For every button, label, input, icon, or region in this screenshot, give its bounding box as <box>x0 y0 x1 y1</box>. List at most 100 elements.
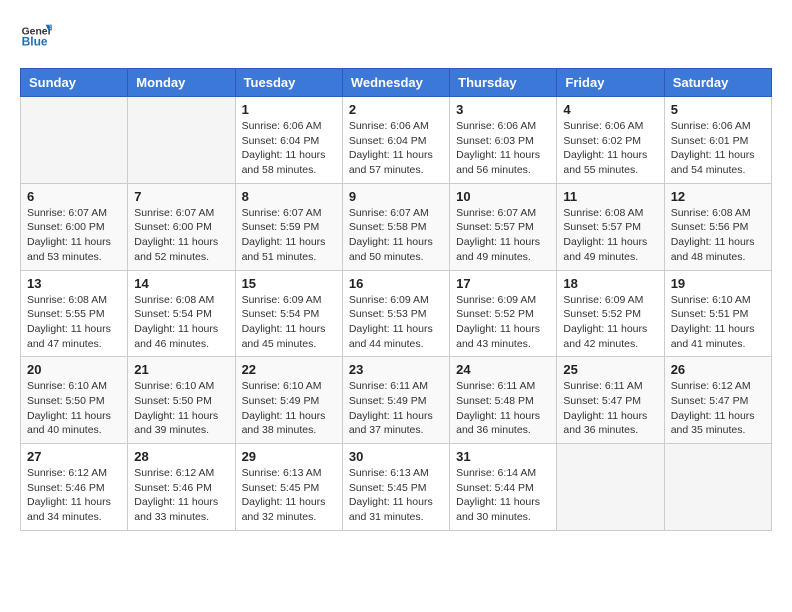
day-number: 26 <box>671 362 765 377</box>
cell-info: Sunrise: 6:09 AM Sunset: 5:52 PM Dayligh… <box>563 293 657 352</box>
calendar-day-header: Sunday <box>21 69 128 97</box>
day-number: 1 <box>242 102 336 117</box>
day-number: 27 <box>27 449 121 464</box>
day-number: 19 <box>671 276 765 291</box>
calendar-day-header: Friday <box>557 69 664 97</box>
day-number: 15 <box>242 276 336 291</box>
cell-info: Sunrise: 6:08 AM Sunset: 5:54 PM Dayligh… <box>134 293 228 352</box>
day-number: 17 <box>456 276 550 291</box>
day-number: 29 <box>242 449 336 464</box>
cell-info: Sunrise: 6:07 AM Sunset: 5:59 PM Dayligh… <box>242 206 336 265</box>
day-number: 4 <box>563 102 657 117</box>
cell-info: Sunrise: 6:07 AM Sunset: 5:58 PM Dayligh… <box>349 206 443 265</box>
day-number: 22 <box>242 362 336 377</box>
calendar-cell <box>21 97 128 184</box>
cell-info: Sunrise: 6:09 AM Sunset: 5:53 PM Dayligh… <box>349 293 443 352</box>
calendar-cell: 24 Sunrise: 6:11 AM Sunset: 5:48 PM Dayli… <box>450 357 557 444</box>
calendar-header-row: SundayMondayTuesdayWednesdayThursdayFrid… <box>21 69 772 97</box>
calendar-cell: 16 Sunrise: 6:09 AM Sunset: 5:53 PM Dayli… <box>342 270 449 357</box>
cell-info: Sunrise: 6:06 AM Sunset: 6:04 PM Dayligh… <box>242 119 336 178</box>
calendar-cell: 11 Sunrise: 6:08 AM Sunset: 5:57 PM Dayli… <box>557 183 664 270</box>
calendar-cell: 17 Sunrise: 6:09 AM Sunset: 5:52 PM Dayli… <box>450 270 557 357</box>
calendar-day-header: Monday <box>128 69 235 97</box>
calendar-cell <box>557 444 664 531</box>
cell-info: Sunrise: 6:11 AM Sunset: 5:48 PM Dayligh… <box>456 379 550 438</box>
day-number: 3 <box>456 102 550 117</box>
day-number: 31 <box>456 449 550 464</box>
calendar-cell: 2 Sunrise: 6:06 AM Sunset: 6:04 PM Daylig… <box>342 97 449 184</box>
cell-info: Sunrise: 6:06 AM Sunset: 6:03 PM Dayligh… <box>456 119 550 178</box>
calendar-cell: 10Sunrise: 6:07 AM Sunset: 5:57 PM Dayli… <box>450 183 557 270</box>
day-number: 16 <box>349 276 443 291</box>
calendar-cell: 3 Sunrise: 6:06 AM Sunset: 6:03 PM Daylig… <box>450 97 557 184</box>
cell-info: Sunrise: 6:13 AM Sunset: 5:45 PM Dayligh… <box>242 466 336 525</box>
calendar-day-header: Wednesday <box>342 69 449 97</box>
calendar-cell: 13 Sunrise: 6:08 AM Sunset: 5:55 PM Dayli… <box>21 270 128 357</box>
day-number: 25 <box>563 362 657 377</box>
calendar-cell: 5 Sunrise: 6:06 AM Sunset: 6:01 PM Daylig… <box>664 97 771 184</box>
cell-info: Sunrise: 6:10 AM Sunset: 5:50 PM Dayligh… <box>27 379 121 438</box>
calendar-cell: 26 Sunrise: 6:12 AM Sunset: 5:47 PM Dayli… <box>664 357 771 444</box>
cell-info: Sunrise: 6:12 AM Sunset: 5:46 PM Dayligh… <box>134 466 228 525</box>
calendar-cell: 25 Sunrise: 6:11 AM Sunset: 5:47 PM Dayli… <box>557 357 664 444</box>
day-number: 24 <box>456 362 550 377</box>
day-number: 28 <box>134 449 228 464</box>
calendar-cell: 21 Sunrise: 6:10 AM Sunset: 5:50 PM Dayli… <box>128 357 235 444</box>
cell-info: Sunrise: 6:06 AM Sunset: 6:04 PM Dayligh… <box>349 119 443 178</box>
day-number: 23 <box>349 362 443 377</box>
cell-info: Sunrise: 6:08 AM Sunset: 5:57 PM Dayligh… <box>563 206 657 265</box>
logo-icon: General Blue <box>20 20 52 52</box>
calendar-cell: 14 Sunrise: 6:08 AM Sunset: 5:54 PM Dayli… <box>128 270 235 357</box>
calendar-cell: 28 Sunrise: 6:12 AM Sunset: 5:46 PM Dayli… <box>128 444 235 531</box>
calendar-cell: 18 Sunrise: 6:09 AM Sunset: 5:52 PM Dayli… <box>557 270 664 357</box>
calendar-cell <box>128 97 235 184</box>
calendar-cell: 9 Sunrise: 6:07 AM Sunset: 5:58 PM Daylig… <box>342 183 449 270</box>
cell-info: Sunrise: 6:10 AM Sunset: 5:51 PM Dayligh… <box>671 293 765 352</box>
calendar-cell: 7Sunrise: 6:07 AM Sunset: 6:00 PM Daylig… <box>128 183 235 270</box>
calendar-cell: 30 Sunrise: 6:13 AM Sunset: 5:45 PM Dayli… <box>342 444 449 531</box>
day-number: 8 <box>242 189 336 204</box>
day-number: 5 <box>671 102 765 117</box>
calendar-week-row: 27 Sunrise: 6:12 AM Sunset: 5:46 PM Dayli… <box>21 444 772 531</box>
cell-info: Sunrise: 6:06 AM Sunset: 6:01 PM Dayligh… <box>671 119 765 178</box>
cell-info: Sunrise: 6:06 AM Sunset: 6:02 PM Dayligh… <box>563 119 657 178</box>
cell-info: Sunrise: 6:08 AM Sunset: 5:55 PM Dayligh… <box>27 293 121 352</box>
calendar-week-row: 6Sunrise: 6:07 AM Sunset: 6:00 PM Daylig… <box>21 183 772 270</box>
cell-info: Sunrise: 6:11 AM Sunset: 5:47 PM Dayligh… <box>563 379 657 438</box>
calendar-cell: 23 Sunrise: 6:11 AM Sunset: 5:49 PM Dayli… <box>342 357 449 444</box>
calendar-table: SundayMondayTuesdayWednesdayThursdayFrid… <box>20 68 772 531</box>
day-number: 11 <box>563 189 657 204</box>
calendar-cell: 6Sunrise: 6:07 AM Sunset: 6:00 PM Daylig… <box>21 183 128 270</box>
calendar-week-row: 13 Sunrise: 6:08 AM Sunset: 5:55 PM Dayli… <box>21 270 772 357</box>
day-number: 6 <box>27 189 121 204</box>
cell-info: Sunrise: 6:14 AM Sunset: 5:44 PM Dayligh… <box>456 466 550 525</box>
cell-info: Sunrise: 6:11 AM Sunset: 5:49 PM Dayligh… <box>349 379 443 438</box>
day-number: 12 <box>671 189 765 204</box>
day-number: 30 <box>349 449 443 464</box>
svg-text:Blue: Blue <box>22 35 48 49</box>
day-number: 2 <box>349 102 443 117</box>
calendar-day-header: Thursday <box>450 69 557 97</box>
calendar-day-header: Tuesday <box>235 69 342 97</box>
cell-info: Sunrise: 6:12 AM Sunset: 5:46 PM Dayligh… <box>27 466 121 525</box>
cell-info: Sunrise: 6:12 AM Sunset: 5:47 PM Dayligh… <box>671 379 765 438</box>
calendar-cell <box>664 444 771 531</box>
day-number: 18 <box>563 276 657 291</box>
day-number: 9 <box>349 189 443 204</box>
cell-info: Sunrise: 6:09 AM Sunset: 5:52 PM Dayligh… <box>456 293 550 352</box>
calendar-week-row: 20Sunrise: 6:10 AM Sunset: 5:50 PM Dayli… <box>21 357 772 444</box>
calendar-cell: 8 Sunrise: 6:07 AM Sunset: 5:59 PM Daylig… <box>235 183 342 270</box>
cell-info: Sunrise: 6:10 AM Sunset: 5:50 PM Dayligh… <box>134 379 228 438</box>
cell-info: Sunrise: 6:13 AM Sunset: 5:45 PM Dayligh… <box>349 466 443 525</box>
day-number: 13 <box>27 276 121 291</box>
day-number: 21 <box>134 362 228 377</box>
day-number: 14 <box>134 276 228 291</box>
calendar-cell: 29 Sunrise: 6:13 AM Sunset: 5:45 PM Dayli… <box>235 444 342 531</box>
calendar-day-header: Saturday <box>664 69 771 97</box>
calendar-cell: 22 Sunrise: 6:10 AM Sunset: 5:49 PM Dayli… <box>235 357 342 444</box>
cell-info: Sunrise: 6:10 AM Sunset: 5:49 PM Dayligh… <box>242 379 336 438</box>
calendar-week-row: 1 Sunrise: 6:06 AM Sunset: 6:04 PM Daylig… <box>21 97 772 184</box>
calendar-cell: 12Sunrise: 6:08 AM Sunset: 5:56 PM Dayli… <box>664 183 771 270</box>
logo: General Blue <box>20 20 58 52</box>
calendar-cell: 19 Sunrise: 6:10 AM Sunset: 5:51 PM Dayli… <box>664 270 771 357</box>
